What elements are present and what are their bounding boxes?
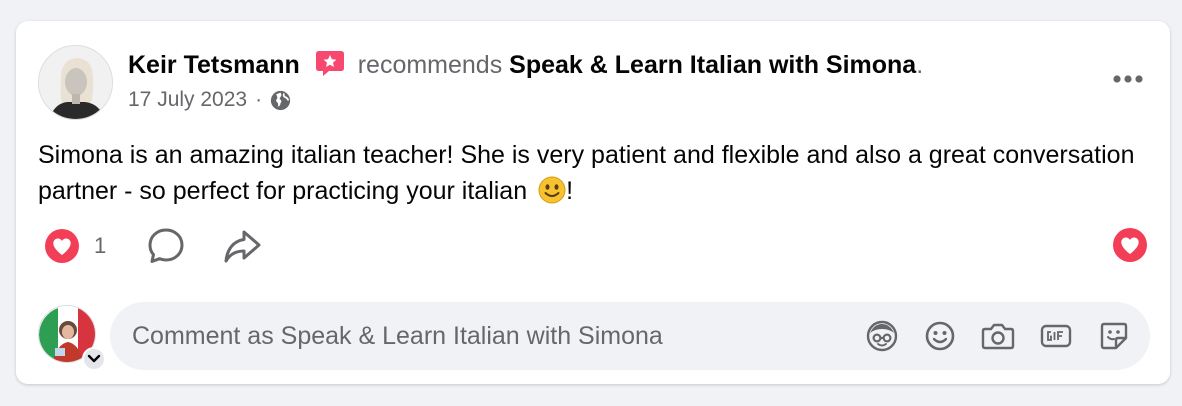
comment-tools <box>842 318 1132 354</box>
recommended-page-link[interactable]: Speak & Learn Italian with Simona <box>509 51 916 79</box>
author-photo <box>39 46 112 119</box>
comment-composer <box>110 302 1150 370</box>
chevron-down-icon[interactable] <box>82 347 106 371</box>
smiling-emoji-icon <box>538 176 566 204</box>
camera-icon <box>981 323 1015 350</box>
commenter-avatar[interactable] <box>38 305 106 371</box>
share-button[interactable] <box>222 226 262 266</box>
author-name[interactable]: Keir Tetsmann <box>128 51 300 79</box>
author-avatar[interactable] <box>38 45 113 120</box>
emoji-button[interactable] <box>922 318 958 354</box>
gif-icon <box>1040 324 1072 348</box>
reaction-count[interactable]: 1 <box>94 233 106 259</box>
post-text: Simona is an amazing italian teacher! Sh… <box>38 141 1135 205</box>
comment-button[interactable] <box>146 226 186 266</box>
emoji-icon <box>925 321 955 351</box>
sticker-button[interactable] <box>1096 318 1132 354</box>
more-options-button[interactable] <box>1108 59 1148 99</box>
share-icon <box>224 230 261 263</box>
avatar-sticker-icon <box>866 320 898 352</box>
recommend-star-icon <box>315 49 345 77</box>
post-header: Keir Tetsmann recommends Speak & Learn I… <box>128 49 923 80</box>
love-reaction-icon <box>45 229 79 263</box>
recommend-verb: recommends <box>357 51 503 79</box>
post-body: Simona is an amazing italian teacher! Sh… <box>38 137 1138 209</box>
love-reaction-icon <box>1113 228 1147 262</box>
post-card: Keir Tetsmann recommends Speak & Learn I… <box>16 21 1170 384</box>
love-reaction-button[interactable]: 1 <box>44 228 146 264</box>
avatar-sticker-button[interactable] <box>864 318 900 354</box>
header-end-dot: . <box>916 51 924 79</box>
post-date[interactable]: 17 July 2023 <box>128 87 247 113</box>
meta-separator: · <box>255 88 263 111</box>
sticker-icon <box>1100 322 1128 350</box>
post-meta: 17 July 2023 · <box>128 87 291 113</box>
globe-icon[interactable] <box>270 90 291 111</box>
react-button-right[interactable] <box>1112 227 1148 263</box>
camera-button[interactable] <box>980 318 1016 354</box>
post-text-end: ! <box>566 177 574 205</box>
gif-button[interactable] <box>1038 318 1074 354</box>
more-dots-icon <box>1113 75 1143 83</box>
comment-icon <box>148 228 184 263</box>
post-actions: 1 <box>44 226 262 266</box>
comment-input[interactable] <box>110 302 842 370</box>
